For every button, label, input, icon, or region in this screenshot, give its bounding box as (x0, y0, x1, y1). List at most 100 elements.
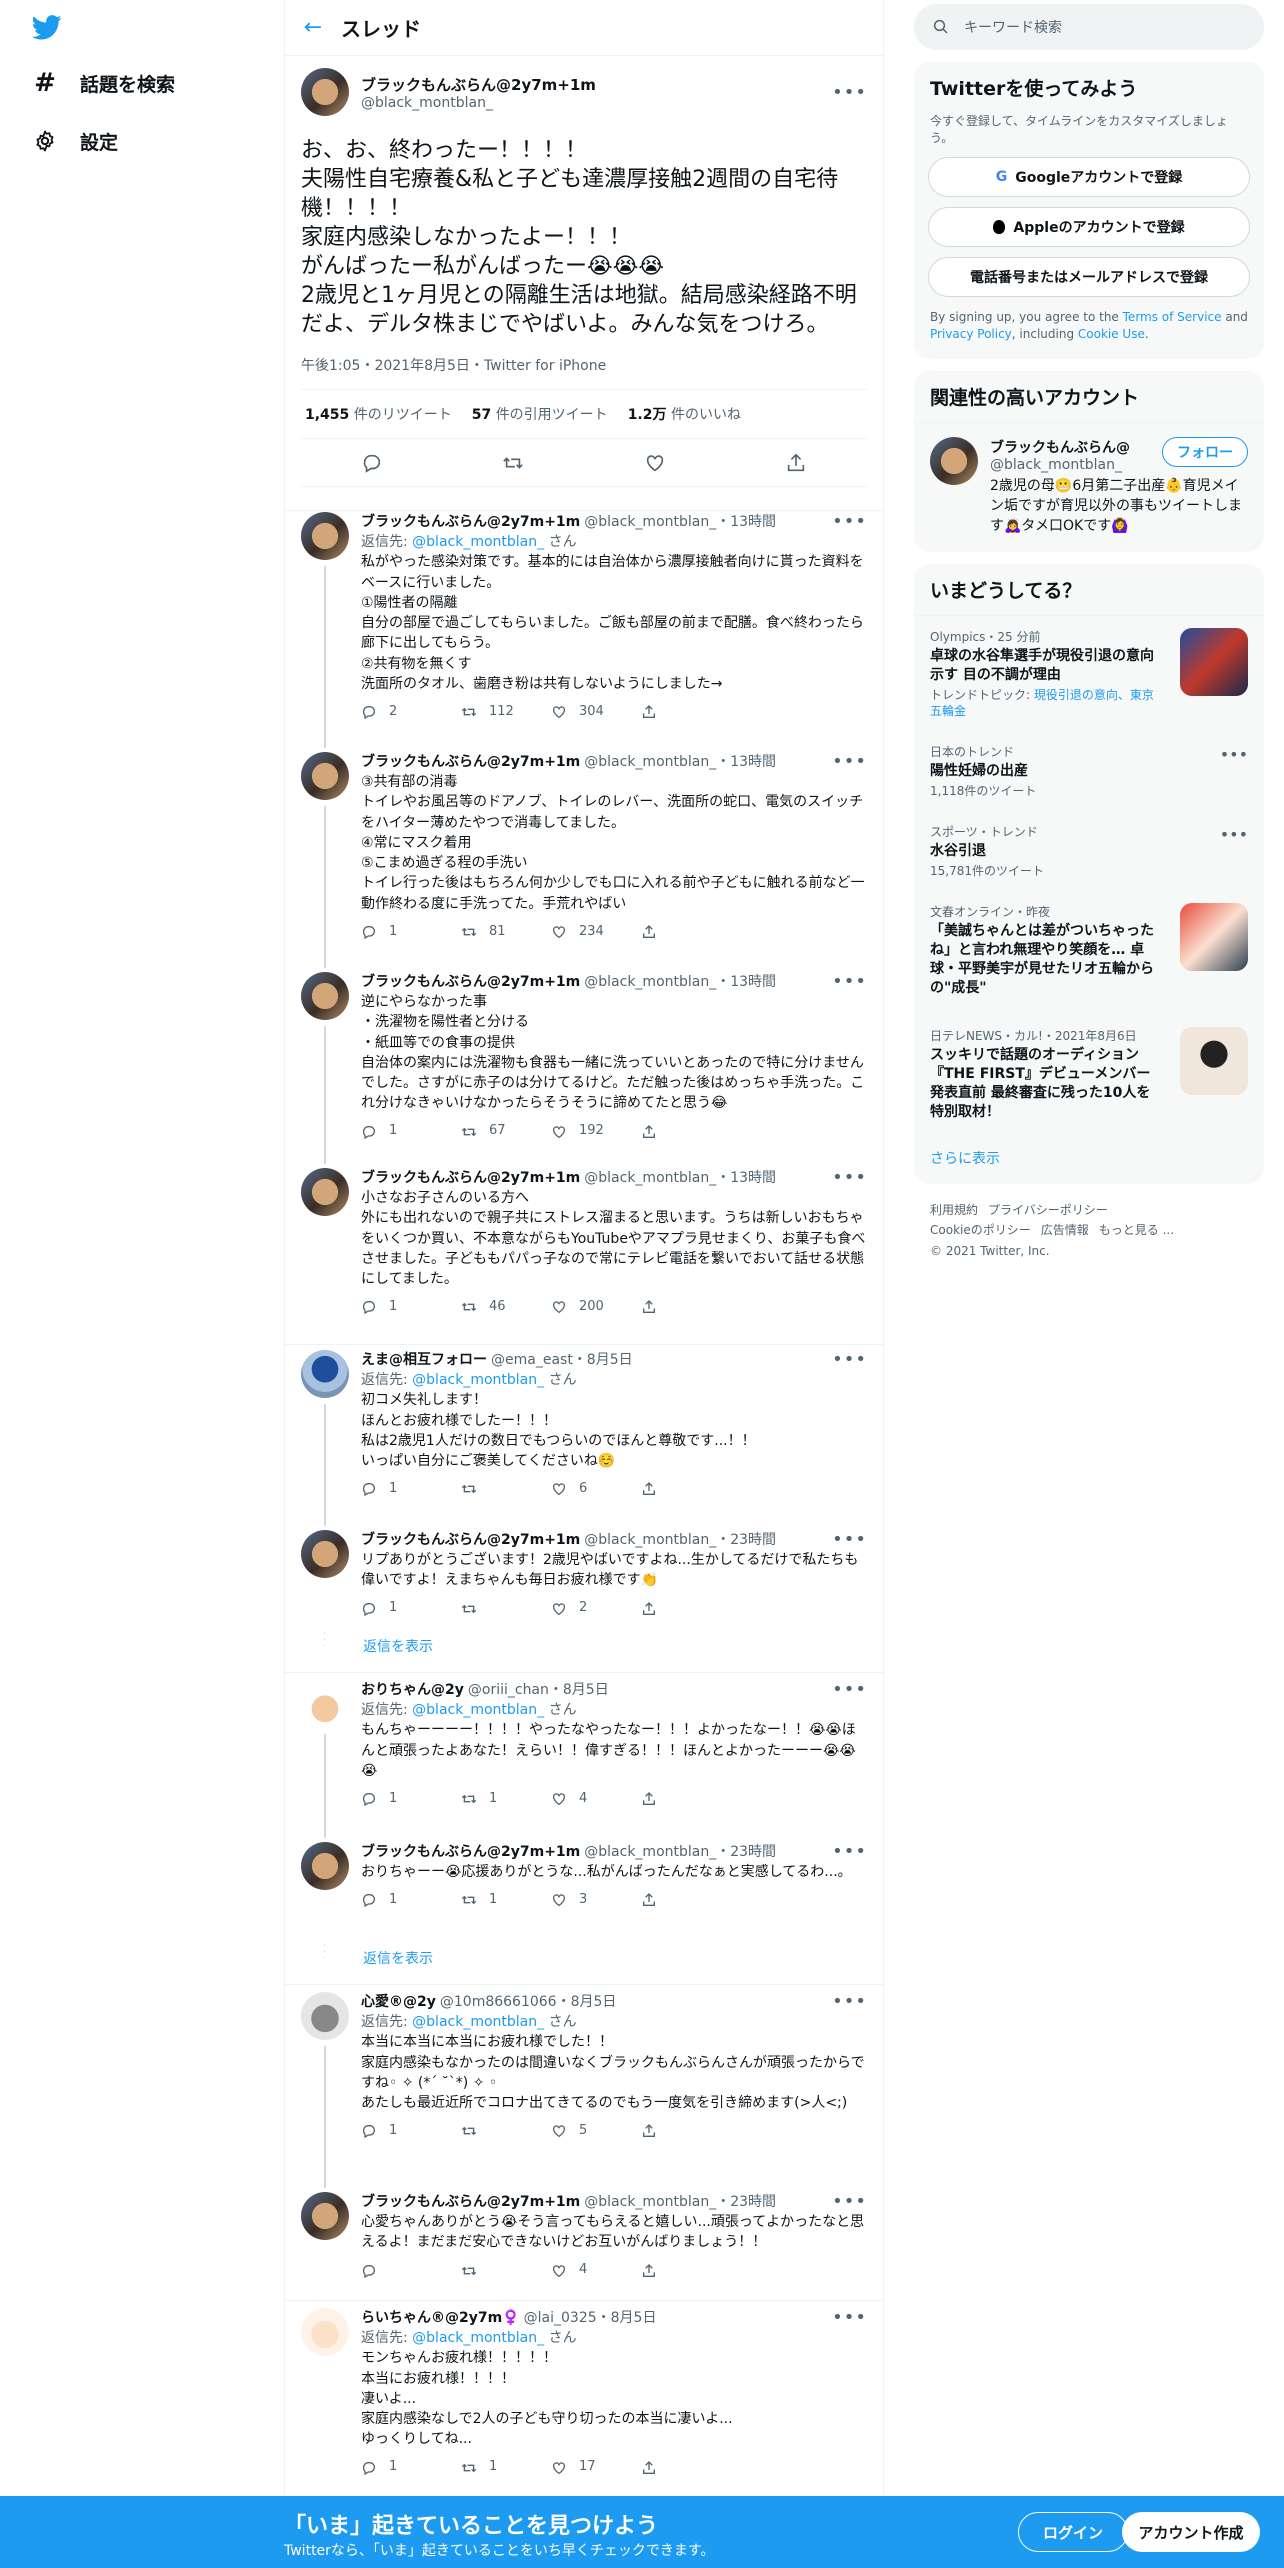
share-icon[interactable] (785, 452, 807, 474)
share-button[interactable] (641, 1299, 741, 1315)
reply-to-link[interactable]: @black_montblan_ (412, 2330, 544, 2346)
reply-button[interactable]: 1 (361, 1298, 461, 1317)
like-button[interactable]: 234 (551, 923, 641, 942)
more-icon[interactable]: ••• (832, 972, 867, 992)
like-button[interactable]: 4 (551, 2261, 641, 2280)
author-handle-time[interactable]: @ema_east・8月5日 (491, 1350, 832, 1370)
author-name[interactable]: 心愛®@2y (361, 1992, 436, 2012)
reply-to-link[interactable]: @black_montblan_ (412, 1372, 544, 1388)
like-button[interactable]: 6 (551, 1480, 641, 1499)
author-name[interactable]: ブラックもんぶらん@2y7m+1m (361, 512, 580, 532)
author-name[interactable]: ブラックもんぶらん@2y7m+1m (361, 972, 580, 992)
more-icon[interactable]: ••• (832, 1168, 867, 1188)
back-arrow-icon[interactable]: ← (285, 15, 341, 40)
reply-to-link[interactable]: @black_montblan_ (412, 534, 544, 550)
reply-tweet[interactable]: おりちゃん@2y @oriii_chan・8月5日 ••• 返信先: @black_m… (285, 1680, 883, 1809)
more-icon[interactable]: ••• (832, 512, 867, 532)
share-button[interactable] (641, 1892, 741, 1908)
author-handle[interactable]: @black_montblan_ (361, 95, 820, 111)
avatar[interactable] (930, 437, 978, 486)
author-name[interactable]: ブラックもんぶらん@2y7m+1m (361, 2192, 580, 2212)
avatar[interactable] (301, 1350, 349, 1398)
related-account[interactable]: ブラックもんぶらん@ @black_montblan_ フォロー 2歳児の母😬6… (914, 423, 1264, 552)
like-button[interactable]: 192 (551, 1122, 641, 1141)
reply-button[interactable]: 1 (361, 1790, 461, 1809)
reply-tweet[interactable]: 心愛®@2y @10m86661066・8月5日 ••• 返信先: @black_mo… (285, 1992, 883, 2141)
retweet-button[interactable] (461, 1481, 551, 1497)
avatar[interactable] (301, 1842, 349, 1890)
terms-link[interactable]: Terms of Service (1123, 310, 1222, 324)
reply-button[interactable]: 1 (361, 2458, 461, 2477)
retweet-button[interactable]: 1 (461, 1891, 551, 1910)
reply-tweet[interactable]: らいちゃん®@2y7m♀️ @lai_0325・8月5日 ••• 返信先: @blac… (285, 2308, 883, 2478)
retweet-count[interactable]: 1,455 件のリツイート (305, 404, 452, 424)
search-box[interactable]: キーワード検索 (914, 4, 1264, 50)
reply-tweet[interactable]: ブラックもんぶらん@2y7m+1m @black_montblan_・13時間 ••… (285, 972, 883, 1142)
like-button[interactable]: 4 (551, 1790, 641, 1809)
avatar[interactable] (301, 68, 349, 116)
reply-tweet[interactable]: ブラックもんぶらん@2y7m+1m @black_montblan_・23時間 ••… (285, 1842, 883, 1910)
reply-tweet[interactable]: ブラックもんぶらん@2y7m+1m @black_montblan_・13時間 ••… (285, 752, 883, 942)
like-count[interactable]: 1.2万 件のいいね (628, 404, 741, 424)
more-icon[interactable]: ••• (832, 1842, 867, 1862)
share-button[interactable] (641, 2123, 741, 2139)
retweet-button[interactable] (461, 2123, 551, 2139)
share-button[interactable] (641, 2460, 741, 2476)
phone-signup-button[interactable]: 電話番号またはメールアドレスで登録 (928, 256, 1250, 297)
trend-item[interactable]: 日本のトレンド 陽性妊婦の出産 1,118件のツイート ••• (914, 731, 1264, 811)
like-icon[interactable] (644, 452, 666, 474)
retweet-button[interactable]: 1 (461, 2458, 551, 2477)
retweet-button[interactable]: 81 (461, 923, 551, 942)
share-button[interactable] (641, 1791, 741, 1807)
like-button[interactable]: 3 (551, 1891, 641, 1910)
reply-button[interactable]: 1 (361, 1480, 461, 1499)
footer-link[interactable]: もっと見る ... (1099, 1223, 1174, 1237)
avatar[interactable] (301, 1530, 349, 1578)
reply-button[interactable]: 2 (361, 703, 461, 722)
more-icon[interactable]: ••• (832, 1530, 867, 1550)
reply-button[interactable]: 1 (361, 2122, 461, 2141)
nav-explore[interactable]: # 話題を検索 (28, 58, 175, 108)
retweet-button[interactable]: 112 (461, 703, 551, 722)
footer-link[interactable]: プライバシーポリシー (988, 1203, 1108, 1217)
reply-button[interactable]: 1 (361, 1599, 461, 1618)
signup-button[interactable]: アカウント作成 (1122, 2512, 1260, 2552)
privacy-link[interactable]: Privacy Policy (930, 327, 1012, 341)
footer-link[interactable]: Cookieのポリシー (930, 1223, 1031, 1237)
author-name[interactable]: ブラックもんぶらん@2y7m+1m (361, 1530, 580, 1550)
reply-tweet[interactable]: えま@相互フォロー @ema_east・8月5日 ••• 返信先: @black_mo… (285, 1350, 883, 1499)
like-button[interactable]: 2 (551, 1599, 641, 1618)
author-name[interactable]: ブラックもんぶらん@2y7m+1m (361, 74, 820, 95)
apple-signup-button[interactable]: Appleのアカウントで登録 (928, 206, 1250, 247)
quote-count[interactable]: 57 件の引用ツイート (472, 404, 608, 424)
more-icon[interactable]: ••• (832, 1992, 867, 2012)
reply-icon[interactable] (361, 452, 383, 474)
trend-item[interactable]: スポーツ・トレンド 水谷引退 15,781件のツイート ••• (914, 811, 1264, 891)
author-handle-time[interactable]: @lai_0325・8月5日 (524, 2308, 833, 2328)
footer-link[interactable]: 利用規約 (930, 1203, 978, 1217)
reply-button[interactable]: 1 (361, 923, 461, 942)
share-button[interactable] (641, 704, 741, 720)
reply-to-link[interactable]: @black_montblan_ (412, 2014, 544, 2030)
cookie-link[interactable]: Cookie Use (1078, 327, 1145, 341)
avatar[interactable] (301, 2308, 349, 2356)
author-handle-time[interactable]: @10m86661066・8月5日 (440, 1992, 832, 2012)
author-handle-time[interactable]: @black_montblan_・23時間 (584, 1842, 832, 1862)
retweet-icon[interactable] (502, 452, 524, 474)
more-icon[interactable]: ••• (832, 82, 867, 103)
avatar[interactable] (301, 2192, 349, 2240)
more-icon[interactable]: ••• (832, 2192, 867, 2212)
author-name[interactable]: ブラックもんぶらん@2y7m+1m (361, 1842, 580, 1862)
tweet-timestamp[interactable]: 午後1:05・2021年8月5日・Twitter for iPhone (301, 355, 867, 391)
twitter-logo-icon[interactable] (30, 12, 64, 42)
author-handle-time[interactable]: @black_montblan_・13時間 (584, 1168, 832, 1188)
show-replies-link[interactable]: 返信を表示 (363, 1636, 433, 1656)
share-button[interactable] (641, 1124, 741, 1140)
nav-settings[interactable]: 設定 (28, 116, 118, 166)
retweet-button[interactable] (461, 1601, 551, 1617)
more-icon[interactable]: ••• (832, 1680, 867, 1700)
reply-tweet[interactable]: ブラックもんぶらん@2y7m+1m @black_montblan_・13時間 ••… (285, 512, 883, 722)
author-name[interactable]: ブラックもんぶらん@2y7m+1m (361, 752, 580, 772)
avatar[interactable] (301, 1680, 349, 1728)
author-name[interactable]: ブラックもんぶらん@2y7m+1m (361, 1168, 580, 1188)
